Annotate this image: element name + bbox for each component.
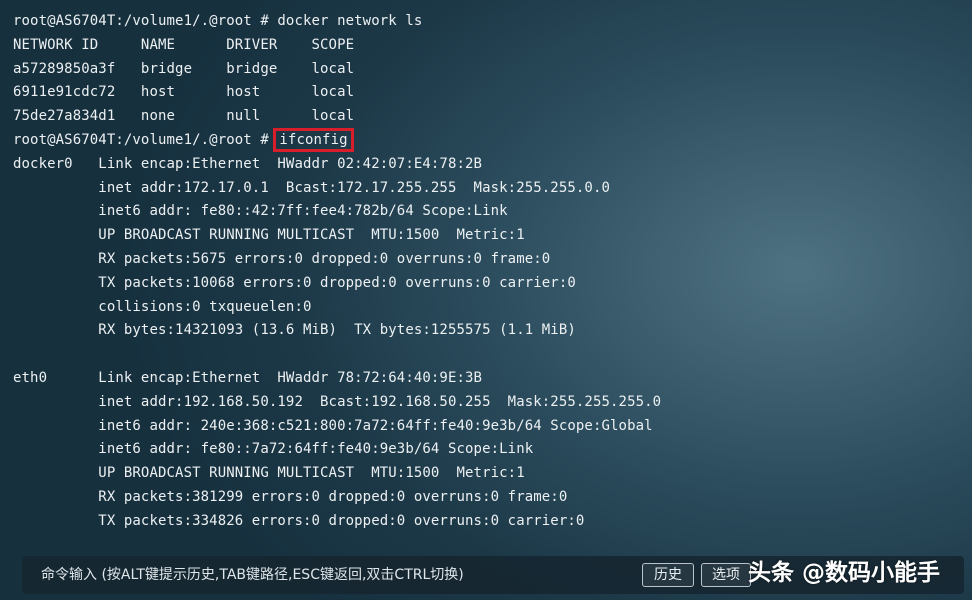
terminal-prompt-line: root@AS6704T:/volume1/.@root # ifconfig	[13, 127, 963, 153]
highlighted-command: ifconfig	[273, 127, 354, 152]
command-input-hint[interactable]: 命令输入 (按ALT键提示历史,TAB键路径,ESC键返回,双击CTRL切换)	[41, 556, 464, 594]
history-button[interactable]: 历史	[642, 563, 694, 587]
terminal-line: UP BROADCAST RUNNING MULTICAST MTU:1500 …	[13, 465, 525, 482]
terminal-line: RX packets:381299 errors:0 dropped:0 ove…	[13, 488, 568, 505]
terminal-line: inet6 addr: fe80::7a72:64ff:fe40:9e3b/64…	[13, 441, 534, 458]
terminal-output[interactable]: root@AS6704T:/volume1/.@root # docker ne…	[13, 10, 963, 550]
terminal-line: inet6 addr: fe80::42:7ff:fee4:782b/64 Sc…	[13, 203, 508, 220]
options-button[interactable]: 选项	[701, 563, 751, 587]
terminal-line: inet6 addr: 240e:368:c521:800:7a72:64ff:…	[13, 417, 653, 434]
terminal-line: collisions:0 txqueuelen:0	[13, 298, 312, 315]
terminal-line: a57289850a3f bridge bridge local	[13, 60, 355, 77]
terminal-line: docker0 Link encap:Ethernet HWaddr 02:42…	[13, 155, 483, 172]
terminal-line: eth0 Link encap:Ethernet HWaddr 78:72:64…	[13, 369, 483, 386]
watermark: 头条 @数码小能手	[748, 560, 941, 586]
terminal-line: RX packets:5675 errors:0 dropped:0 overr…	[13, 250, 551, 267]
terminal-line: UP BROADCAST RUNNING MULTICAST MTU:1500 …	[13, 227, 525, 244]
terminal-line: root@AS6704T:/volume1/.@root # docker ne…	[13, 13, 423, 29]
shell-prompt: root@AS6704T:/volume1/.@root #	[13, 131, 278, 148]
terminal-line: RX bytes:14321093 (13.6 MiB) TX bytes:12…	[13, 322, 576, 339]
terminal-line: inet addr:192.168.50.192 Bcast:192.168.5…	[13, 393, 662, 410]
terminal-line: 75de27a834d1 none null local	[13, 108, 355, 125]
terminal-line: 6911e91cdc72 host host local	[13, 84, 355, 101]
terminal-line: TX packets:334826 errors:0 dropped:0 ove…	[13, 512, 585, 529]
terminal-line: TX packets:10068 errors:0 dropped:0 over…	[13, 274, 576, 291]
terminal-line: inet addr:172.17.0.1 Bcast:172.17.255.25…	[13, 179, 611, 196]
terminal-line: NETWORK ID NAME DRIVER SCOPE	[13, 36, 355, 53]
